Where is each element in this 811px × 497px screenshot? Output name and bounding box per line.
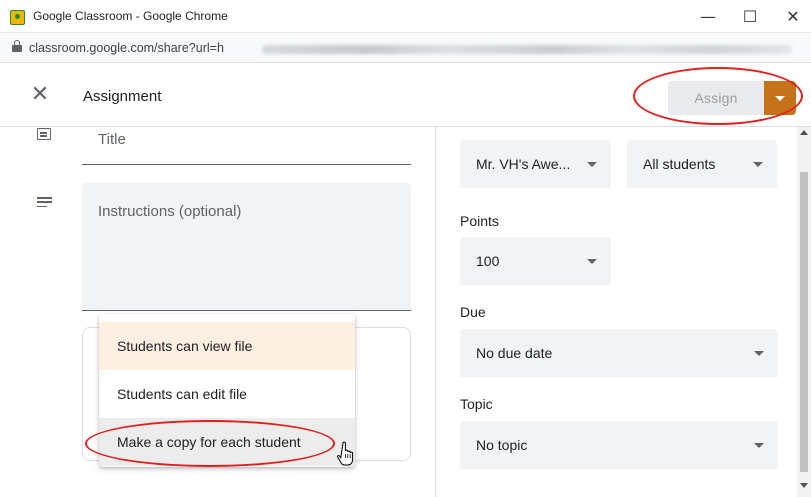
title-input[interactable]: Title <box>82 127 411 165</box>
students-select[interactable]: All students <box>627 140 777 188</box>
assignment-header: ✕ Assignment Assign <box>0 63 811 127</box>
instructions-placeholder: Instructions (optional) <box>98 203 242 220</box>
chevron-down-icon <box>754 351 764 356</box>
students-select-value: All students <box>643 156 716 172</box>
points-select[interactable]: 100 <box>460 237 611 285</box>
menu-item-view-file[interactable]: Students can view file <box>99 322 355 370</box>
class-select-value: Mr. VH's Awe... <box>476 156 571 172</box>
minimize-button[interactable]: — <box>690 3 726 31</box>
assign-options-dropdown[interactable] <box>764 81 796 115</box>
due-date-value: No due date <box>476 345 553 361</box>
scroll-down-arrow-icon[interactable] <box>800 483 808 488</box>
classroom-app-icon <box>10 10 25 25</box>
chevron-down-icon <box>587 162 597 167</box>
assign-button[interactable]: Assign <box>668 81 764 115</box>
scroll-up-arrow-icon[interactable] <box>800 130 808 135</box>
chevron-down-icon <box>753 162 763 167</box>
class-select[interactable]: Mr. VH's Awe... <box>460 140 611 188</box>
maximize-button[interactable]: ☐ <box>732 3 768 31</box>
instructions-icon <box>37 197 52 208</box>
instructions-input[interactable]: Instructions (optional) <box>82 183 411 311</box>
due-date-select[interactable]: No due date <box>460 329 778 377</box>
points-label: Points <box>460 213 499 229</box>
chevron-down-icon <box>587 259 597 264</box>
points-select-value: 100 <box>476 253 500 269</box>
chevron-down-icon <box>754 443 764 448</box>
url-text: classroom.google.com/share?url=h <box>29 41 224 55</box>
due-label: Due <box>460 304 486 320</box>
page-title: Assignment <box>83 88 162 105</box>
file-share-options-menu: Students can view file Students can edit… <box>99 314 355 467</box>
menu-item-edit-file[interactable]: Students can edit file <box>99 370 355 418</box>
hand-cursor-icon <box>337 441 354 466</box>
menu-item-make-copy[interactable]: Make a copy for each student <box>99 418 355 466</box>
url-redacted <box>262 45 792 54</box>
title-placeholder: Title <box>98 131 126 148</box>
topic-value: No topic <box>476 437 528 453</box>
lock-icon <box>12 40 22 52</box>
title-icon <box>37 128 51 140</box>
scrollbar-thumb[interactable] <box>800 172 808 472</box>
scrollbar[interactable] <box>797 127 811 497</box>
close-icon[interactable]: ✕ <box>28 83 52 107</box>
window-close-button[interactable]: ✕ <box>775 3 811 31</box>
assignment-settings-panel: Mr. VH's Awe... All students Points 100 … <box>437 127 811 497</box>
window-title: Google Classroom - Google Chrome <box>33 9 228 23</box>
topic-label: Topic <box>460 396 493 412</box>
window-titlebar: Google Classroom - Google Chrome — ☐ ✕ <box>0 0 811 33</box>
topic-select[interactable]: No topic <box>460 421 778 469</box>
address-bar[interactable]: classroom.google.com/share?url=h <box>0 33 811 63</box>
